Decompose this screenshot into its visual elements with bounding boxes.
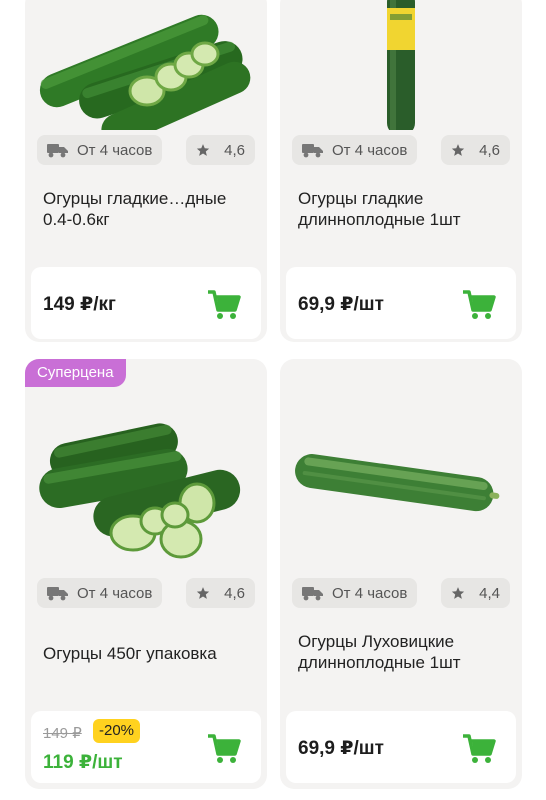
truck-icon	[302, 144, 323, 158]
price: 69,9 ₽/шт	[298, 294, 384, 315]
product-title[interactable]: Огурцы 450г упаковка	[43, 643, 253, 664]
star-icon	[197, 144, 210, 156]
discount-badge: -20%	[93, 719, 141, 743]
rating-pill: 4,4	[441, 578, 510, 608]
rating-value: 4,4	[479, 584, 500, 602]
product-title[interactable]: Огурцы гладкие…дные 0.4-0.6кг	[43, 188, 253, 230]
product-title[interactable]: Огурцы гладкие длинноплодные 1шт	[298, 188, 508, 230]
star-icon	[452, 587, 465, 599]
rating-value: 4,6	[479, 141, 500, 159]
delivery-time-pill: От 4 часов	[37, 135, 163, 165]
rating-pill: 4,6	[441, 135, 510, 165]
truck-icon	[302, 587, 323, 601]
price-box: 149 ₽/кг	[31, 267, 261, 339]
price-box: 69,9 ₽/шт	[286, 711, 516, 783]
rating-pill: 4,6	[186, 578, 255, 608]
product-card-4[interactable]: От 4 часов 4,4 Огурцы Луховицкие длинноп…	[280, 359, 522, 789]
delivery-time-pill: От 4 часов	[292, 578, 418, 608]
cart-icon[interactable]	[207, 733, 241, 765]
product-image[interactable]	[25, 399, 267, 569]
star-icon	[197, 587, 210, 599]
product-card-1[interactable]: От 4 часов 4,6 Огурцы гладкие…дные 0.4-0…	[25, 0, 267, 342]
star-icon	[452, 144, 465, 156]
cucumber-image	[295, 454, 500, 512]
delivery-time: От 4 часов	[77, 584, 153, 602]
rating-value: 4,6	[224, 141, 245, 159]
product-card-3[interactable]: Суперцена От 4 часов 4,6 Огурцы 450г упа…	[25, 359, 267, 789]
old-price: 149 ₽	[43, 725, 82, 742]
cucumber-image	[39, 14, 251, 146]
cucumber-image	[387, 0, 415, 135]
supersale-badge: Суперцена	[25, 359, 126, 387]
cart-icon[interactable]	[462, 733, 496, 765]
rating-pill: 4,6	[186, 135, 255, 165]
delivery-time: От 4 часов	[77, 141, 153, 159]
cart-icon[interactable]	[462, 289, 496, 321]
truck-icon	[47, 144, 68, 158]
product-card-2[interactable]: От 4 часов 4,6 Огурцы гладкие длинноплод…	[280, 0, 522, 342]
product-image[interactable]	[25, 0, 267, 146]
cucumber-image	[39, 423, 241, 559]
product-title[interactable]: Огурцы Луховицкие длинноплодные 1шт	[298, 631, 508, 673]
price: 69,9 ₽/шт	[298, 738, 384, 759]
price: 149 ₽/кг	[43, 294, 116, 315]
product-image[interactable]	[280, 0, 522, 135]
cart-icon[interactable]	[207, 289, 241, 321]
product-image[interactable]	[280, 399, 522, 569]
delivery-time-pill: От 4 часов	[37, 578, 163, 608]
truck-icon	[47, 587, 68, 601]
rating-value: 4,6	[224, 584, 245, 602]
price-box: 149 ₽ -20% 119 ₽/шт	[31, 711, 261, 783]
delivery-time: От 4 часов	[332, 141, 408, 159]
price-box: 69,9 ₽/шт	[286, 267, 516, 339]
delivery-time: От 4 часов	[332, 584, 408, 602]
delivery-time-pill: От 4 часов	[292, 135, 418, 165]
price: 119 ₽/шт	[43, 752, 123, 773]
